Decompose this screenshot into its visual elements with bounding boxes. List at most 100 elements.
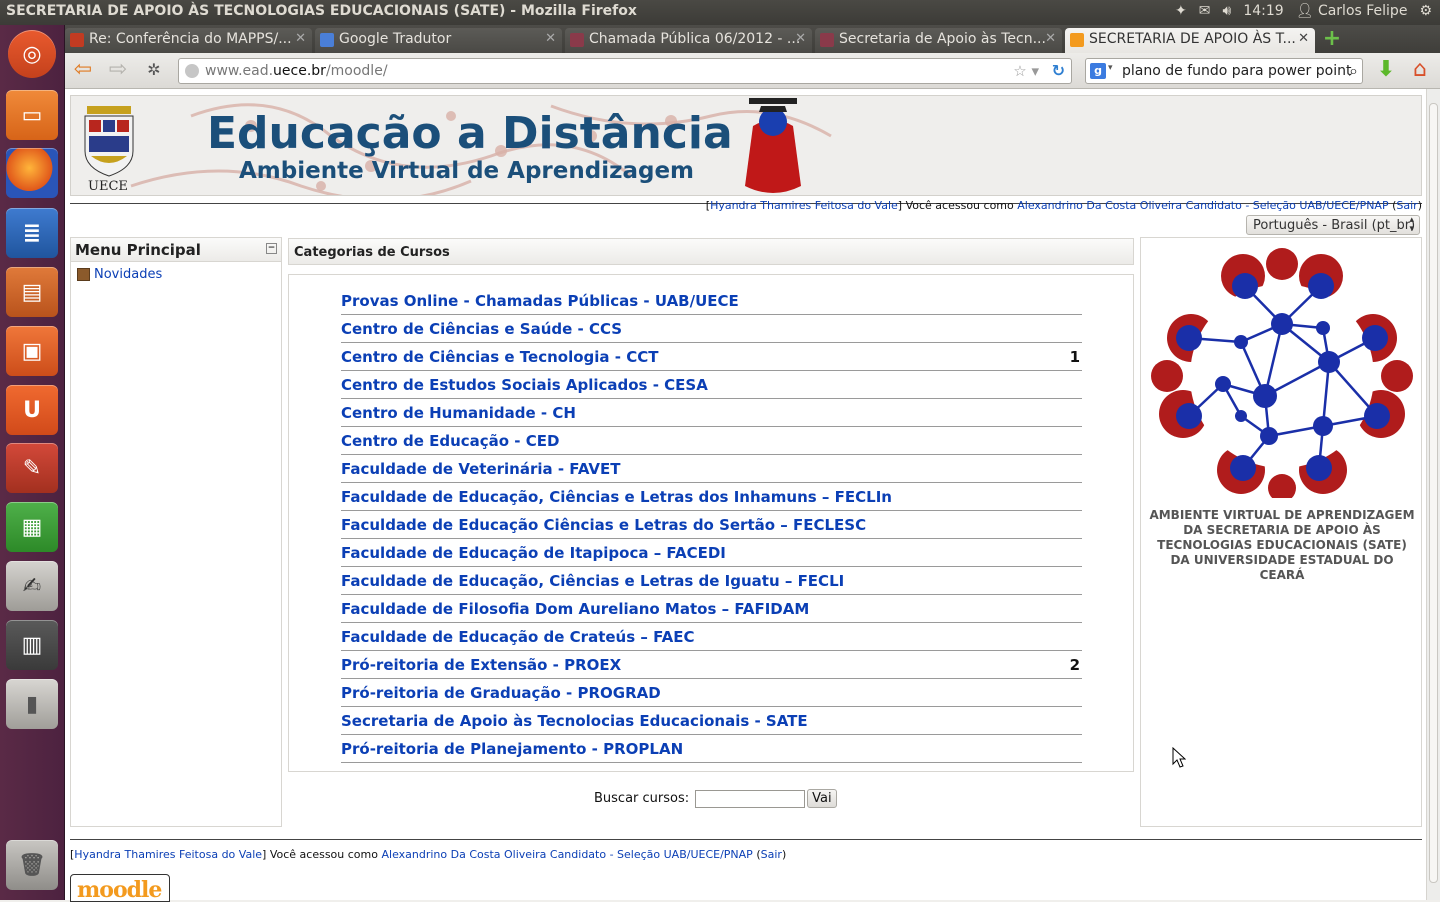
category-row: Centro de Ciências e Tecnologia - CCT 1 (341, 343, 1082, 371)
language-select[interactable]: Português - Brasil (pt_br) ▴ ▾ (1246, 215, 1420, 235)
main-menu-header: Menu Principal − (71, 238, 281, 262)
ubuntu-one-icon[interactable]: U (6, 385, 58, 435)
close-icon[interactable]: ✕ (1045, 31, 1056, 46)
category-count: 1 (1069, 348, 1080, 366)
reload-icon[interactable]: ↻ (1052, 61, 1065, 80)
category-link[interactable]: Faculdade de Educação, Ciências e Letras… (341, 572, 844, 590)
forward-button[interactable]: ⇨ (105, 59, 131, 83)
gmail-icon (70, 33, 84, 47)
text-editor-icon[interactable]: ✍ (6, 561, 58, 611)
window-title: SECRETARIA DE APOIO ÀS TECNOLOGIAS EDUCA… (6, 3, 637, 19)
ubuntu-dash-icon[interactable]: ◎ (8, 30, 56, 78)
search-label: Buscar cursos: (594, 791, 690, 806)
site-header-banner: Educação a Distância Ambiente Virtual de… (70, 95, 1422, 196)
downloads-icon[interactable]: ⬇ (1373, 59, 1399, 83)
category-link[interactable]: Pró-reitoria de Extensão - PROEX (341, 656, 621, 674)
settings-icon[interactable]: ✎ (6, 443, 58, 493)
menu-item-label[interactable]: Novidades (94, 267, 162, 282)
category-link[interactable]: Centro de Ciências e Tecnologia - CCT (341, 348, 658, 366)
category-row: Faculdade de Educação de Itapipoca – FAC… (341, 539, 1082, 567)
calc-icon[interactable]: ▦ (6, 502, 58, 552)
tab-1[interactable]: Google Tradutor ✕ (315, 28, 562, 53)
software-center-icon[interactable]: ▣ (6, 326, 58, 376)
tab-4-active[interactable]: SECRETARIA DE APOIO ÀS T... ✕ (1065, 28, 1315, 53)
language-selected: Português - Brasil (pt_br) (1253, 218, 1416, 233)
scrollbar-thumb[interactable] (1429, 103, 1438, 883)
login-info-bottom: [Hyandra Thamires Feitosa do Vale] Você … (70, 848, 787, 861)
tab-0[interactable]: Re: Conferência do MAPPS/... ✕ (65, 28, 312, 53)
close-icon[interactable]: ✕ (1298, 31, 1309, 46)
category-row: Centro de Ciências e Saúde - CCS (341, 315, 1082, 343)
footer-divider (70, 839, 1422, 840)
home-icon[interactable]: ⌂ (1407, 59, 1433, 83)
back-button[interactable]: ⇦ (70, 59, 96, 83)
close-icon[interactable]: ✕ (295, 31, 306, 46)
category-row: Pró-reitoria de Extensão - PROEX 2 (341, 651, 1082, 679)
close-icon[interactable]: ✕ (795, 31, 806, 46)
category-link[interactable]: Faculdade de Educação, Ciências e Letras… (341, 488, 892, 506)
tab-3[interactable]: Secretaria de Apoio às Tecn... ✕ (815, 28, 1062, 53)
site-identity-icon[interactable] (185, 64, 199, 78)
logout-link[interactable]: Sair (1396, 199, 1417, 212)
page-content: Educação a Distância Ambiente Virtual de… (65, 89, 1440, 902)
google-icon[interactable]: g (1090, 63, 1106, 79)
tab-2[interactable]: Chamada Pública 06/2012 - ... ✕ (565, 28, 812, 53)
mail-icon[interactable]: ✉ (1199, 3, 1211, 19)
search-icon[interactable]: ⌕ (1349, 61, 1358, 81)
category-link[interactable]: Pró-reitoria de Planejamento - PROPLAN (341, 740, 683, 758)
category-row: Faculdade de Educação de Crateús – FAEC (341, 623, 1082, 651)
trash-icon[interactable]: 🗑︎ (6, 840, 58, 890)
logout-link[interactable]: Sair (761, 848, 782, 861)
login-text: Você acessou como (905, 199, 1014, 212)
unity-launcher: ◎ ▭ ≣ ▤ ▣ U ✎ ▦ ✍ ▥ ▮ 🗑︎ (0, 25, 65, 900)
collapse-toggle[interactable]: − (266, 243, 277, 254)
category-link[interactable]: Provas Online - Chamadas Públicas - UAB/… (341, 292, 739, 310)
writer-icon[interactable]: ≣ (6, 208, 58, 258)
user-link[interactable]: Hyandra Thamires Feitosa do Vale (710, 199, 898, 212)
category-link[interactable]: Faculdade de Educação Ciências e Letras … (341, 516, 866, 534)
category-link[interactable]: Centro de Estudos Sociais Aplicados - CE… (341, 376, 708, 394)
url-bar[interactable]: www.ead.uece.br/moodle/ ☆ ▾ ↻ (178, 58, 1072, 84)
close-icon[interactable]: ✕ (545, 31, 556, 46)
impress-icon[interactable]: ▤ (6, 267, 58, 317)
login-as-link[interactable]: Alexandrino Da Costa Oliveira Candidato … (381, 848, 752, 861)
category-link[interactable]: Pró-reitoria de Graduação - PROGRAD (341, 684, 661, 702)
search-bar[interactable]: g ▾ plano de fundo para power point ⌕ (1085, 58, 1363, 84)
category-row: Pró-reitoria de Graduação - PROGRAD (341, 679, 1082, 707)
category-link[interactable]: Centro de Humanidade - CH (341, 404, 576, 422)
url-suffix: /moodle/ (325, 63, 388, 79)
user-menu[interactable]: 👤︎ Carlos Felipe (1296, 3, 1408, 19)
dropbox-icon[interactable]: ✦ (1175, 3, 1187, 19)
category-link[interactable]: Secretaria de Apoio às Tecnolocias Educa… (341, 712, 808, 730)
search-input[interactable] (695, 789, 806, 808)
user-link[interactable]: Hyandra Thamires Feitosa do Vale (74, 848, 262, 861)
menu-item-novidades[interactable]: Novidades (77, 267, 162, 282)
category-link[interactable]: Faculdade de Educação de Crateús – FAEC (341, 628, 695, 646)
sate-network-logo-icon (1151, 248, 1413, 498)
files-icon[interactable]: ▭ (6, 90, 58, 140)
category-link[interactable]: Faculdade de Educação de Itapipoca – FAC… (341, 544, 726, 562)
vertical-scrollbar[interactable] (1426, 89, 1440, 900)
category-row: Secretaria de Apoio às Tecnolocias Educa… (341, 707, 1082, 735)
volume-icon[interactable]: 🔊︎ (1223, 3, 1232, 19)
new-tab-button[interactable]: + (1320, 28, 1344, 51)
chevron-down-icon[interactable]: ▾ (1108, 63, 1113, 73)
category-count: 2 (1069, 656, 1080, 674)
category-link[interactable]: Faculdade de Filosofia Dom Aureliano Mat… (341, 600, 809, 618)
sate-caption: AMBIENTE VIRTUAL DE APRENDIZAGEM DA SECR… (1149, 508, 1415, 582)
search-button[interactable]: Vai (807, 789, 837, 808)
moodle-logo[interactable]: moodle (70, 874, 170, 902)
category-link[interactable]: Centro de Educação - CED (341, 432, 559, 450)
login-as-link[interactable]: Alexandrino Da Costa Oliveira Candidato … (1017, 199, 1388, 212)
category-link[interactable]: Faculdade de Veterinária - FAVET (341, 460, 621, 478)
clock[interactable]: 14:19 (1243, 3, 1283, 19)
download-status-icon[interactable]: ✲ (141, 59, 167, 83)
gear-icon[interactable]: ⚙ (1419, 3, 1432, 19)
workspace-switcher-icon[interactable]: ▥ (6, 620, 58, 670)
firefox-icon[interactable] (6, 148, 58, 198)
tab-label: Google Tradutor (339, 31, 452, 47)
bookmark-star-icon[interactable]: ☆ ▾ (1013, 62, 1039, 80)
category-link[interactable]: Centro de Ciências e Saúde - CCS (341, 320, 622, 338)
system-top-bar: SECRETARIA DE APOIO ÀS TECNOLOGIAS EDUCA… (0, 0, 1440, 25)
media-player-icon[interactable]: ▮ (6, 679, 58, 729)
